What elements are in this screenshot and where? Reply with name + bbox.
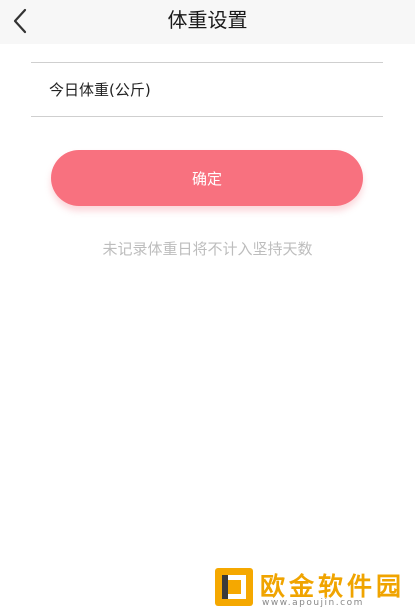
- watermark-logo-icon: [215, 568, 253, 606]
- divider-bottom: [31, 116, 383, 117]
- confirm-button[interactable]: 确定: [51, 150, 363, 206]
- header-bar: 体重设置: [0, 0, 415, 44]
- hint-text: 未记录体重日将不计入坚持天数: [102, 240, 313, 258]
- page-title: 体重设置: [167, 8, 248, 32]
- weight-field[interactable]: [31, 63, 383, 116]
- weight-input[interactable]: [31, 63, 383, 116]
- watermark: 欧金软件园 www.apoujin.com: [214, 567, 412, 611]
- watermark-url: www.apoujin.com: [262, 598, 364, 608]
